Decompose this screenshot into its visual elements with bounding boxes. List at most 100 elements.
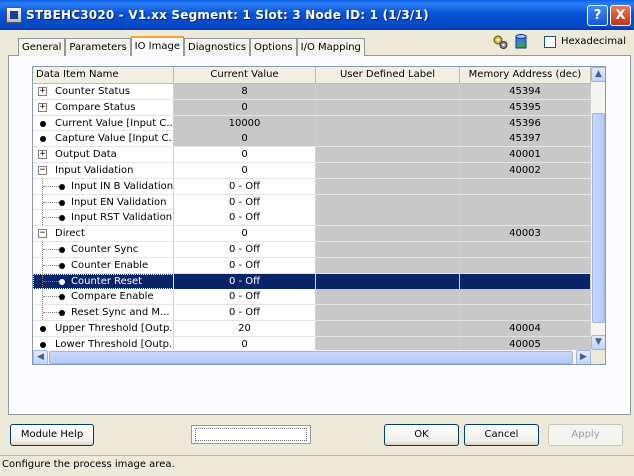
cell-data-item-name[interactable]: Counter Enable <box>33 257 174 273</box>
table-row[interactable]: Counter Reset 0 - Off <box>33 273 591 290</box>
cell-data-item-name[interactable]: Counter Sync <box>33 241 174 257</box>
close-title-button[interactable]: X <box>610 5 631 26</box>
column-header-memory-address[interactable]: Memory Address (dec) <box>460 67 591 84</box>
cell-data-item-name[interactable]: + Output Data <box>33 147 174 163</box>
cell-data-item-name[interactable]: − Direct <box>33 226 174 242</box>
tab-io-image[interactable]: IO Image <box>130 36 184 56</box>
cell-current-value[interactable]: 0 <box>174 131 316 147</box>
apply-button[interactable]: Apply <box>548 424 623 446</box>
expand-icon[interactable]: + <box>38 102 47 112</box>
app-icon <box>6 7 22 23</box>
scroll-up-button[interactable]: ▲ <box>591 67 605 82</box>
bullet-icon <box>59 199 65 206</box>
cell-user-defined-label[interactable] <box>316 273 460 289</box>
cell-current-value[interactable]: 0 - Off <box>174 178 316 194</box>
cell-current-value[interactable]: 0 - Off <box>174 273 316 289</box>
cell-data-item-name[interactable]: Capture Value [Input C... <box>33 131 174 147</box>
cell-user-defined-label[interactable] <box>316 115 460 131</box>
vertical-scrollbar[interactable]: ▲ ▼ <box>591 67 605 350</box>
cell-user-defined-label[interactable] <box>316 305 460 321</box>
table-row[interactable]: Input IN B Validation 0 - Off <box>33 178 591 195</box>
cell-current-value[interactable]: 8 <box>174 84 316 99</box>
database-icon[interactable] <box>515 34 527 50</box>
expand-icon[interactable]: + <box>38 87 47 96</box>
collapse-icon[interactable]: − <box>38 165 47 175</box>
cell-user-defined-label[interactable] <box>316 226 460 242</box>
module-help-button[interactable]: Module Help <box>10 424 94 446</box>
cell-current-value[interactable]: 0 - Off <box>174 194 316 210</box>
table-row[interactable]: − Input Validation 0 40002 <box>33 162 591 179</box>
cell-current-value[interactable]: 0 - Off <box>174 289 316 305</box>
cell-user-defined-label[interactable] <box>316 99 460 115</box>
table-row[interactable]: Input EN Validation 0 - Off <box>33 194 591 211</box>
cell-current-value[interactable]: 0 <box>174 226 316 242</box>
cell-user-defined-label[interactable] <box>316 257 460 273</box>
expand-icon[interactable]: + <box>38 150 47 160</box>
scroll-left-button[interactable]: ◀ <box>33 350 48 364</box>
cell-current-value[interactable]: 0 <box>174 162 316 178</box>
table-row[interactable]: Current Value [Input C... 10000 45396 <box>33 115 591 132</box>
tab-parameters[interactable]: Parameters <box>65 38 131 56</box>
hexadecimal-checkbox[interactable] <box>544 36 556 48</box>
vertical-scroll-thumb[interactable] <box>592 113 605 323</box>
tab-diagnostics[interactable]: Diagnostics <box>184 38 251 56</box>
table-row[interactable]: − Direct 0 40003 <box>33 226 591 242</box>
cell-current-value[interactable]: 10000 <box>174 115 316 131</box>
cell-data-item-name[interactable]: Current Value [Input C... <box>33 115 174 131</box>
cell-current-value[interactable]: 0 <box>174 99 316 115</box>
table-row[interactable]: + Counter Status 8 45394 <box>33 84 591 100</box>
tree-branch <box>43 264 59 266</box>
column-header-user-defined-label[interactable]: User Defined Label <box>316 67 460 84</box>
cell-current-value[interactable]: 0 - Off <box>174 305 316 321</box>
cell-user-defined-label[interactable] <box>316 241 460 257</box>
table-row[interactable]: Reset Sync and M... 0 - Off <box>33 305 591 321</box>
cell-data-item-name[interactable]: Input IN B Validation <box>33 178 174 194</box>
tab-io-mapping[interactable]: I/O Mapping <box>296 38 365 56</box>
cell-user-defined-label[interactable] <box>316 320 460 336</box>
cell-current-value[interactable]: 0 - Off <box>174 241 316 257</box>
table-row[interactable]: + Output Data 0 40001 <box>33 147 591 163</box>
cell-data-item-name[interactable]: + Counter Status <box>33 84 174 99</box>
cell-data-item-name[interactable]: − Input Validation <box>33 162 174 178</box>
cancel-button[interactable]: Cancel <box>464 424 539 446</box>
cell-data-item-name[interactable]: Upper Threshold [Outp... <box>33 320 174 336</box>
column-header-data-item-name[interactable]: Data Item Name <box>33 67 174 84</box>
table-row[interactable]: Counter Enable 0 - Off <box>33 257 591 274</box>
table-row[interactable]: Upper Threshold [Outp... 20 40004 <box>33 320 591 337</box>
table-row[interactable]: + Compare Status 0 45395 <box>33 99 591 116</box>
horizontal-scrollbar[interactable]: ◀ ▶ <box>33 350 591 364</box>
cell-user-defined-label[interactable] <box>316 289 460 305</box>
column-header-current-value[interactable]: Current Value <box>174 67 316 84</box>
cell-user-defined-label[interactable] <box>316 147 460 163</box>
collapse-icon[interactable]: − <box>38 229 47 239</box>
cell-user-defined-label[interactable] <box>316 131 460 147</box>
scroll-right-button[interactable]: ▶ <box>576 350 591 364</box>
table-row[interactable]: Counter Sync 0 - Off <box>33 241 591 258</box>
cell-data-item-name[interactable]: + Compare Status <box>33 99 174 115</box>
cell-memory-address: 40003 <box>460 226 591 242</box>
help-title-button[interactable]: ? <box>587 5 608 26</box>
cell-user-defined-label[interactable] <box>316 194 460 210</box>
cell-user-defined-label[interactable] <box>316 84 460 99</box>
cell-data-item-name[interactable]: Input EN Validation <box>33 194 174 210</box>
cell-current-value[interactable]: 0 - Off <box>174 210 316 226</box>
tab-general[interactable]: General <box>18 38 66 56</box>
ok-button[interactable]: OK <box>384 424 459 446</box>
cell-data-item-name[interactable]: Input RST Validation <box>33 210 174 226</box>
horizontal-scroll-thumb[interactable] <box>49 351 573 364</box>
cell-data-item-name[interactable]: Reset Sync and M... <box>33 305 174 321</box>
scroll-down-button[interactable]: ▼ <box>591 335 605 350</box>
tab-options[interactable]: Options <box>250 38 297 56</box>
table-row[interactable]: Input RST Validation 0 - Off <box>33 210 591 227</box>
cell-current-value[interactable]: 0 <box>174 147 316 163</box>
gear-icon[interactable] <box>492 34 508 50</box>
cell-user-defined-label[interactable] <box>316 162 460 178</box>
cell-user-defined-label[interactable] <box>316 210 460 226</box>
cell-current-value[interactable]: 20 <box>174 320 316 336</box>
cell-data-item-name[interactable]: Compare Enable <box>33 289 174 305</box>
table-row[interactable]: Compare Enable 0 - Off <box>33 289 591 306</box>
table-row[interactable]: Capture Value [Input C... 0 45397 <box>33 131 591 148</box>
cell-user-defined-label[interactable] <box>316 178 460 194</box>
cell-data-item-name[interactable]: Counter Reset <box>33 273 174 289</box>
cell-current-value[interactable]: 0 - Off <box>174 257 316 273</box>
